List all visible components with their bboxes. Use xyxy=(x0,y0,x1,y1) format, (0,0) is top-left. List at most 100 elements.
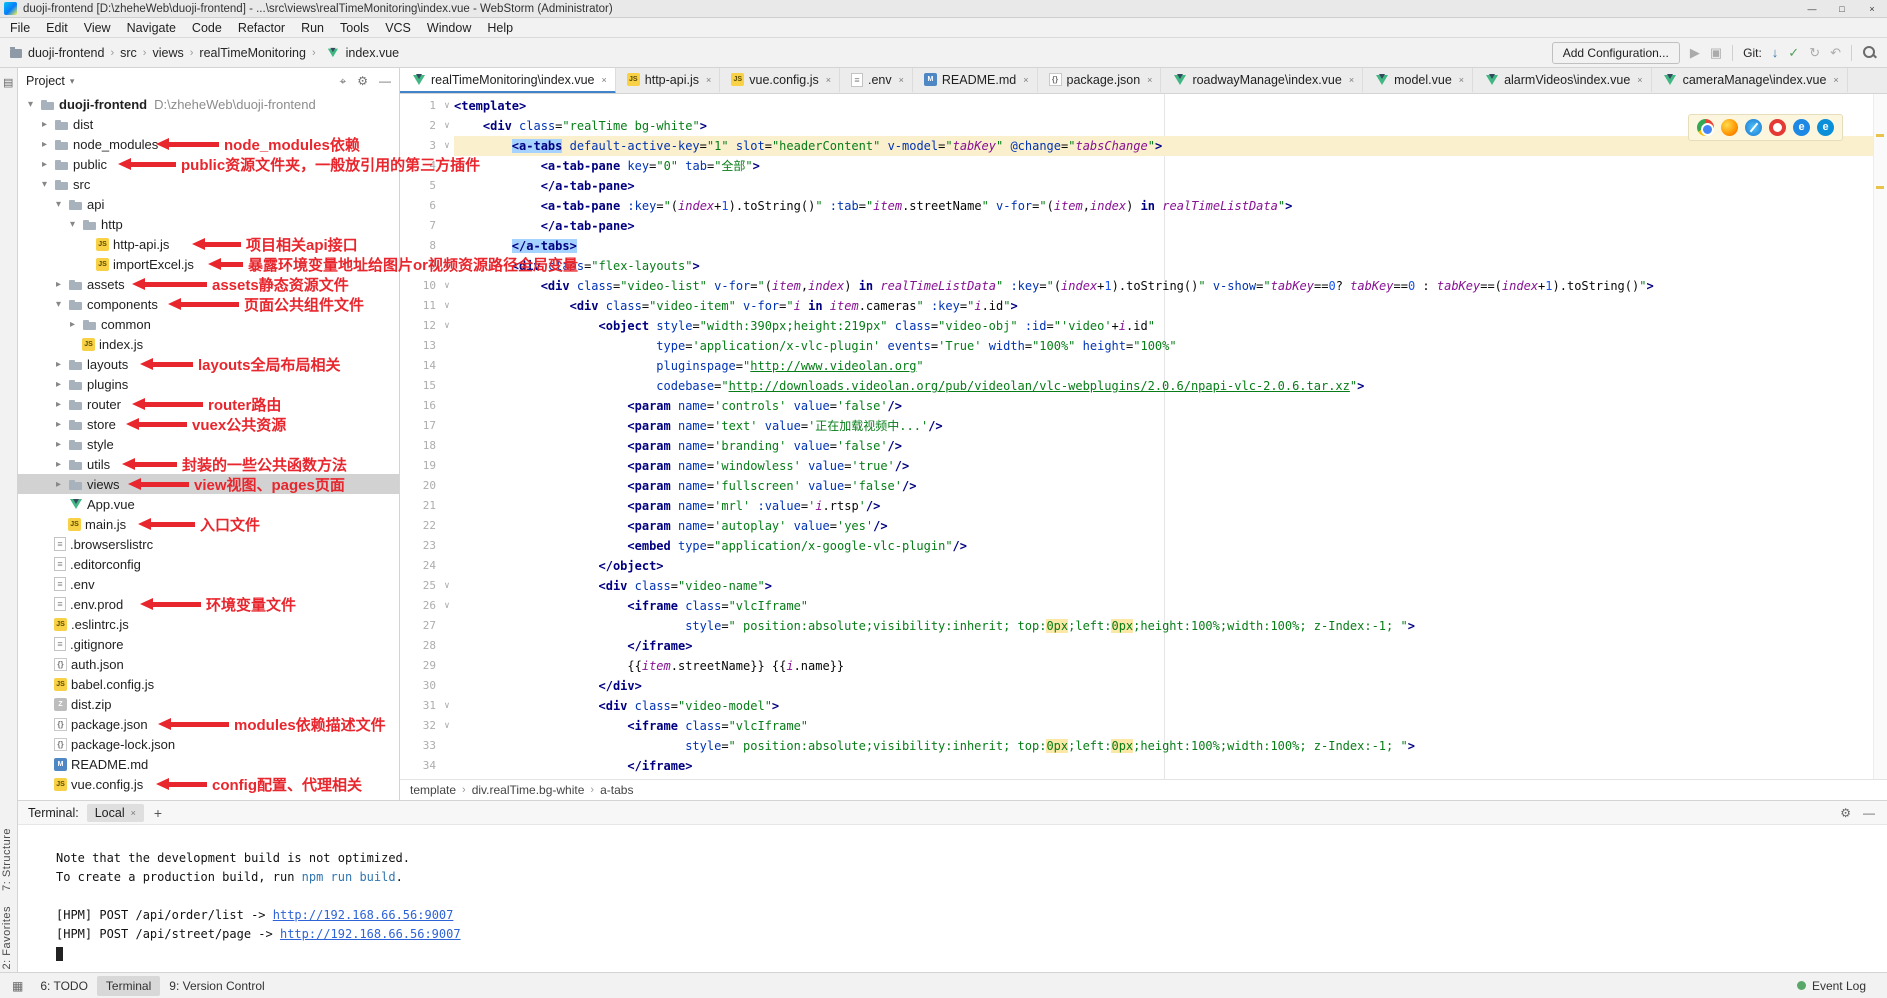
tree-item-babel-config-js[interactable]: JSbabel.config.js xyxy=(18,674,399,694)
editor-tab-realtimemonitoring-index-vue[interactable]: realTimeMonitoring\index.vue× xyxy=(400,68,616,94)
expand-icon[interactable]: ▸ xyxy=(52,279,65,290)
firefox-icon[interactable] xyxy=(1721,119,1738,136)
maximize-button[interactable]: □ xyxy=(1827,0,1857,17)
fold-icon[interactable]: ∨ xyxy=(440,276,454,296)
breadcrumb-item-realtimemonitoring[interactable]: realTimeMonitoring xyxy=(199,46,306,60)
expand-icon[interactable]: ▸ xyxy=(52,359,65,370)
menu-vcs[interactable]: VCS xyxy=(377,20,419,36)
fold-icon[interactable]: ∨ xyxy=(440,316,454,336)
terminal-tab-local[interactable]: Local × xyxy=(87,804,144,822)
tree-item-assets[interactable]: ▸assets xyxy=(18,274,399,294)
close-icon[interactable]: × xyxy=(826,75,831,85)
breadcrumb-div-realtime-bg-white[interactable]: div.realTime.bg-white xyxy=(472,783,585,797)
expand-icon[interactable]: ▸ xyxy=(38,119,51,130)
chevron-down-icon[interactable]: ▾ xyxy=(70,76,75,87)
editor-tab-readme-md[interactable]: MREADME.md× xyxy=(913,68,1038,94)
menu-run[interactable]: Run xyxy=(293,20,332,36)
fold-icon[interactable]: ∨ xyxy=(440,716,454,736)
status-item-event-log[interactable]: Event Log xyxy=(1788,976,1875,996)
ie-icon[interactable]: e xyxy=(1793,119,1810,136)
tree-item-env-prod[interactable]: ≡.env.prod xyxy=(18,594,399,614)
fold-icon[interactable]: ∨ xyxy=(440,256,454,276)
menu-tools[interactable]: Tools xyxy=(332,20,377,36)
expand-icon[interactable]: ▸ xyxy=(66,319,79,330)
tree-item-importexcel-js[interactable]: JSimportExcel.js xyxy=(18,254,399,274)
tree-item-gitignore[interactable]: ≡.gitignore xyxy=(18,634,399,654)
menu-view[interactable]: View xyxy=(76,20,119,36)
tree-item-src[interactable]: ▾src xyxy=(18,174,399,194)
close-icon[interactable]: × xyxy=(1637,75,1642,85)
expand-icon[interactable]: ▾ xyxy=(24,99,37,110)
git-history-icon[interactable]: ↻ xyxy=(1809,46,1820,59)
hide-panel-icon[interactable]: — xyxy=(1863,806,1875,820)
new-terminal-button[interactable]: + xyxy=(154,805,162,821)
terminal-link[interactable]: http://192.168.66.56:9007 xyxy=(273,908,454,922)
breadcrumb-item-views[interactable]: views xyxy=(152,46,183,60)
tree-item-vue-config-js[interactable]: JSvue.config.js xyxy=(18,774,399,794)
editor-tab-model-vue[interactable]: model.vue× xyxy=(1363,68,1473,94)
fold-icon[interactable]: ∨ xyxy=(440,696,454,716)
menu-help[interactable]: Help xyxy=(479,20,521,36)
tool-button-7-structure[interactable]: 7: Structure xyxy=(1,828,13,891)
expand-icon[interactable]: ▾ xyxy=(52,299,65,310)
tool-windows-icon[interactable]: ▦ xyxy=(4,979,31,993)
editor-tab-package-json[interactable]: {}package.json× xyxy=(1038,68,1162,94)
editor-tab-vue-config-js[interactable]: JSvue.config.js× xyxy=(720,68,840,94)
search-icon[interactable] xyxy=(1862,45,1877,60)
breadcrumb-item-duoji-frontend[interactable]: duoji-frontend xyxy=(28,46,104,60)
expand-icon[interactable]: ▾ xyxy=(52,199,65,210)
tree-item-env[interactable]: ≡.env xyxy=(18,574,399,594)
close-icon[interactable]: × xyxy=(899,75,904,85)
expand-icon[interactable]: ▸ xyxy=(38,159,51,170)
fold-icon[interactable]: ∨ xyxy=(440,296,454,316)
tree-item-app-vue[interactable]: App.vue xyxy=(18,494,399,514)
fold-icon[interactable]: ∨ xyxy=(440,136,454,156)
tool-button-2-favorites[interactable]: 2: Favorites xyxy=(1,906,13,969)
tree-item-plugins[interactable]: ▸plugins xyxy=(18,374,399,394)
breadcrumb-item-index-vue[interactable]: index.vue xyxy=(346,46,400,60)
menu-file[interactable]: File xyxy=(2,20,38,36)
editor-tab-http-api-js[interactable]: JShttp-api.js× xyxy=(616,68,720,94)
expand-icon[interactable]: ▸ xyxy=(38,139,51,150)
tree-item-common[interactable]: ▸common xyxy=(18,314,399,334)
close-button[interactable]: × xyxy=(1857,0,1887,17)
chrome-icon[interactable] xyxy=(1697,119,1714,136)
close-icon[interactable]: × xyxy=(1459,75,1464,85)
opera-icon[interactable] xyxy=(1769,119,1786,136)
fold-icon[interactable]: ∨ xyxy=(440,596,454,616)
fold-icon[interactable]: ∨ xyxy=(440,116,454,136)
debug-icon[interactable]: ▣ xyxy=(1710,46,1722,59)
expand-icon[interactable]: ▸ xyxy=(52,379,65,390)
tree-item-main-js[interactable]: JSmain.js xyxy=(18,514,399,534)
tree-item-http[interactable]: ▾http xyxy=(18,214,399,234)
editor-tab-cameramanage-index-vue[interactable]: cameraManage\index.vue× xyxy=(1652,68,1848,94)
tree-item-store[interactable]: ▸store xyxy=(18,414,399,434)
git-revert-icon[interactable]: ↶ xyxy=(1830,46,1841,59)
menu-refactor[interactable]: Refactor xyxy=(230,20,293,36)
tree-item-views[interactable]: ▸views xyxy=(18,474,399,494)
editor-scrollbar[interactable] xyxy=(1873,94,1887,779)
status-item-9-version-control[interactable]: 9: Version Control xyxy=(160,976,273,996)
close-icon[interactable]: × xyxy=(706,75,711,85)
edge-icon[interactable]: e xyxy=(1817,119,1834,136)
git-commit-icon[interactable]: ✓ xyxy=(1788,46,1799,59)
editor-tab-alarmvideos-index-vue[interactable]: alarmVideos\index.vue× xyxy=(1473,68,1652,94)
tree-item-editorconfig[interactable]: ≡.editorconfig xyxy=(18,554,399,574)
tree-item-package-json[interactable]: {}package.json xyxy=(18,714,399,734)
tree-item-dist[interactable]: ▸dist xyxy=(18,114,399,134)
expand-icon[interactable]: ▸ xyxy=(52,419,65,430)
tree-item-auth-json[interactable]: {}auth.json xyxy=(18,654,399,674)
close-icon[interactable]: × xyxy=(1023,75,1028,85)
tree-item-utils[interactable]: ▸utils xyxy=(18,454,399,474)
menu-navigate[interactable]: Navigate xyxy=(119,20,184,36)
expand-icon[interactable]: ▸ xyxy=(52,459,65,470)
editor-tab-roadwaymanage-index-vue[interactable]: roadwayManage\index.vue× xyxy=(1161,68,1363,94)
terminal-content[interactable]: Note that the development build is not o… xyxy=(18,825,1887,972)
breadcrumb-template[interactable]: template xyxy=(410,783,456,797)
close-icon[interactable]: × xyxy=(131,808,136,818)
fold-icon[interactable]: ∨ xyxy=(440,576,454,596)
close-icon[interactable]: × xyxy=(602,75,607,85)
menu-window[interactable]: Window xyxy=(419,20,479,36)
editor-tab-env[interactable]: ≡.env× xyxy=(840,68,913,94)
tree-item-readme-md[interactable]: MREADME.md xyxy=(18,754,399,774)
